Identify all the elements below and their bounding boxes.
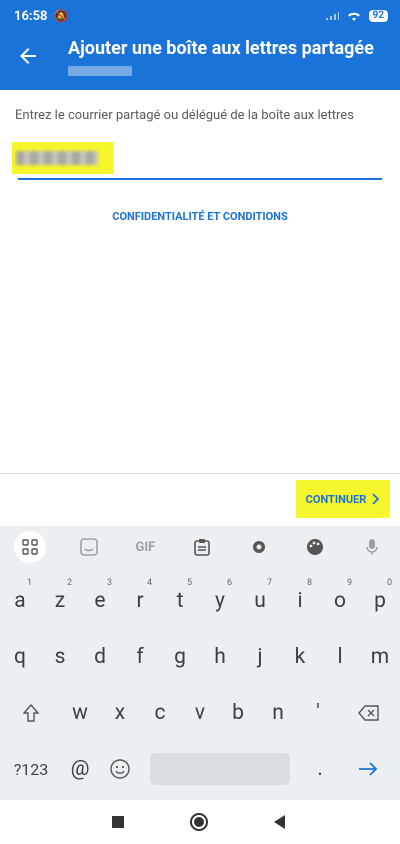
wifi-icon: [347, 12, 360, 21]
battery-indicator: 92: [368, 10, 388, 22]
key-j[interactable]: j: [240, 637, 280, 677]
on-screen-keyboard: GIF a1 z2 e3 r4 t5 y6 u7 i8 o9 p0 q s d …: [0, 526, 400, 800]
key-z[interactable]: z2: [40, 578, 80, 621]
email-highlight: [12, 142, 114, 174]
palette-icon[interactable]: [301, 533, 329, 561]
key-l[interactable]: l: [320, 637, 360, 677]
notifications-off-icon: 🔕: [53, 9, 69, 23]
keyboard-row-3: w x c v b n ': [0, 685, 400, 741]
emoji-icon: [110, 759, 130, 779]
settings-icon[interactable]: [245, 533, 273, 561]
keyboard-row-2: q s d f g h j k l m: [0, 629, 400, 685]
recents-icon[interactable]: [108, 812, 128, 832]
key-m[interactable]: m: [360, 637, 400, 677]
account-subtitle-redacted: [68, 66, 132, 76]
key-g[interactable]: g: [160, 637, 200, 677]
key-y[interactable]: y6: [200, 578, 240, 621]
status-icons: 92: [325, 10, 388, 22]
key-n[interactable]: n: [258, 693, 298, 733]
key-d[interactable]: d: [80, 637, 120, 677]
back-arrow-icon[interactable]: [16, 44, 40, 68]
space-bar[interactable]: [150, 753, 290, 785]
key-q[interactable]: q: [0, 637, 40, 677]
key-t[interactable]: t5: [160, 578, 200, 621]
arrow-right-icon: [359, 762, 378, 776]
email-value-redacted: [16, 151, 98, 165]
status-bar: 16:58 🔕 92: [0, 0, 400, 32]
divider: [0, 473, 400, 474]
key-apostrophe[interactable]: ': [298, 693, 338, 733]
status-time: 16:58: [14, 8, 48, 24]
emoji-key[interactable]: [100, 749, 140, 789]
privacy-terms-link[interactable]: CONFIDENTIALITÉ ET CONDITIONS: [0, 210, 400, 223]
email-field[interactable]: [12, 142, 382, 180]
mic-icon[interactable]: [358, 533, 386, 561]
shift-key[interactable]: [10, 693, 52, 733]
key-v[interactable]: v: [180, 693, 220, 733]
home-icon[interactable]: [189, 812, 209, 832]
continue-label: CONTINUER: [305, 492, 367, 506]
key-x[interactable]: x: [100, 693, 140, 733]
page-title: Ajouter une boîte aux lettres partagée: [68, 38, 374, 59]
key-h[interactable]: h: [200, 637, 240, 677]
key-s[interactable]: s: [40, 637, 80, 677]
keyboard-toolbar: GIF: [0, 526, 400, 568]
continue-button[interactable]: CONTINUER: [296, 480, 390, 518]
key-o[interactable]: o9: [320, 578, 360, 621]
symbols-key[interactable]: ?123: [4, 749, 58, 789]
shift-arrow-icon: [23, 704, 39, 722]
backspace-icon: [358, 705, 379, 721]
key-p[interactable]: p0: [360, 578, 400, 621]
key-w[interactable]: w: [60, 693, 100, 733]
key-k[interactable]: k: [280, 637, 320, 677]
key-at[interactable]: @: [62, 749, 98, 789]
enter-key[interactable]: [348, 749, 388, 789]
signal-icon: [325, 12, 339, 20]
key-u[interactable]: u7: [240, 578, 280, 621]
key-r[interactable]: r4: [120, 578, 160, 621]
sticker-icon[interactable]: [75, 533, 103, 561]
keyboard-row-1: a1 z2 e3 r4 t5 y6 u7 i8 o9 p0: [0, 573, 400, 629]
key-period[interactable]: .: [300, 749, 340, 789]
keyboard-row-4: ?123 @ .: [0, 741, 400, 797]
email-prompt: Entrez le courrier partagé ou délégué de…: [15, 108, 354, 123]
key-e[interactable]: e3: [80, 578, 120, 621]
system-nav-bar: [0, 800, 400, 844]
gif-button[interactable]: GIF: [131, 533, 159, 561]
apps-icon[interactable]: [14, 531, 47, 563]
clipboard-icon[interactable]: [188, 533, 216, 561]
app-bar: Ajouter une boîte aux lettres partagée: [0, 32, 400, 90]
back-icon[interactable]: [270, 812, 290, 832]
key-c[interactable]: c: [140, 693, 180, 733]
chevron-right-icon: [372, 493, 380, 505]
key-f[interactable]: f: [120, 637, 160, 677]
backspace-key[interactable]: [346, 693, 392, 733]
key-a[interactable]: a1: [0, 578, 40, 621]
key-i[interactable]: i8: [280, 578, 320, 621]
key-b[interactable]: b: [218, 693, 258, 733]
